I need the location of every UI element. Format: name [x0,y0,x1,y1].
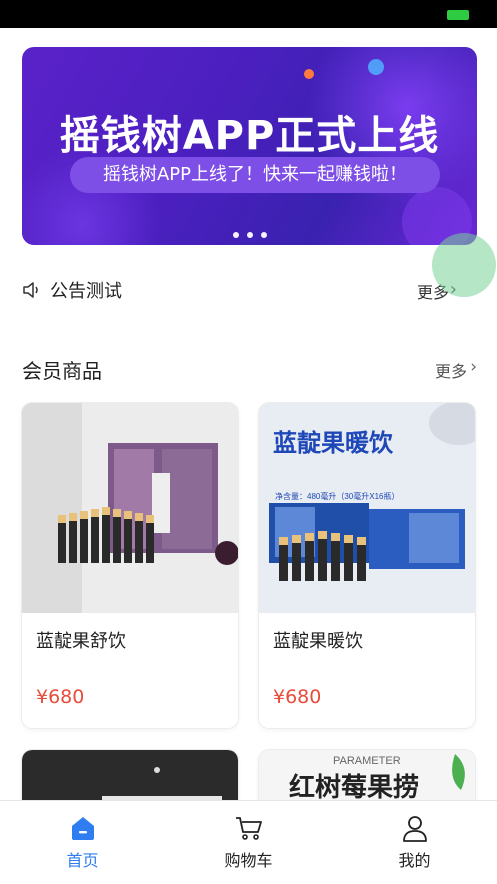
speaker-icon [23,282,38,298]
bottom-tab-bar: 首页 购物车 我的 [0,800,497,884]
section-more-link[interactable]: 更多 [435,358,467,382]
carousel-dot[interactable] [232,232,239,238]
banner-subtitle: 摇钱树APP上线了！快来一起赚钱啦！ [70,157,440,193]
product-price: ¥680 [273,686,322,708]
product-card[interactable]: 蓝靛果舒饮 ¥680 [22,403,238,728]
banner-decoration [304,69,314,79]
product-price: ¥680 [36,686,85,708]
floating-action-button[interactable] [432,233,496,297]
banner-title: 摇钱树APP正式上线 [59,113,440,159]
battery-icon [447,10,469,20]
product-image: 蓝靛果暖饮 净含量：480毫升（30毫升X16瓶） [259,403,475,613]
banner-decoration [368,59,384,75]
user-icon [403,816,427,842]
tab-label: 购物车 [224,851,273,870]
carousel-dot[interactable] [246,232,253,238]
tab-label: 我的 [398,851,431,870]
announcement-text: 公告测试 [50,281,122,302]
tab-label: 首页 [66,851,99,870]
product-name: 蓝靛果舒饮 [36,631,126,652]
product-card[interactable]: 蓝靛果暖饮 净含量：480毫升（30毫升X16瓶） 蓝靛果暖饮 ¥680 [259,403,475,728]
announcement-bar[interactable]: 公告测试 更多 › [22,275,477,305]
tab-profile[interactable]: 我的 [332,801,497,884]
carousel-dot[interactable] [260,232,267,238]
product-name: 蓝靛果暖饮 [273,631,363,652]
product-image-label: PARAMETER [333,755,401,767]
status-bar [0,0,497,28]
home-icon [72,817,94,840]
chevron-right-icon: › [470,357,477,377]
tab-home[interactable]: 首页 [0,801,165,884]
product-image-title: 红树莓果捞 [289,772,419,802]
product-image-subtitle: 净含量：480毫升（30毫升X16瓶） [275,491,399,501]
section-title: 会员商品 [22,359,102,383]
cart-icon [236,817,262,840]
tab-cart[interactable]: 购物车 [166,801,331,884]
product-image [22,403,238,613]
product-image-title: 蓝靛果暖饮 [273,429,394,457]
section-header: 会员商品 更多 › [22,355,477,385]
carousel-indicator [22,223,477,242]
promo-banner[interactable]: 摇钱树APP正式上线 摇钱树APP上线了！快来一起赚钱啦！ [22,47,477,245]
